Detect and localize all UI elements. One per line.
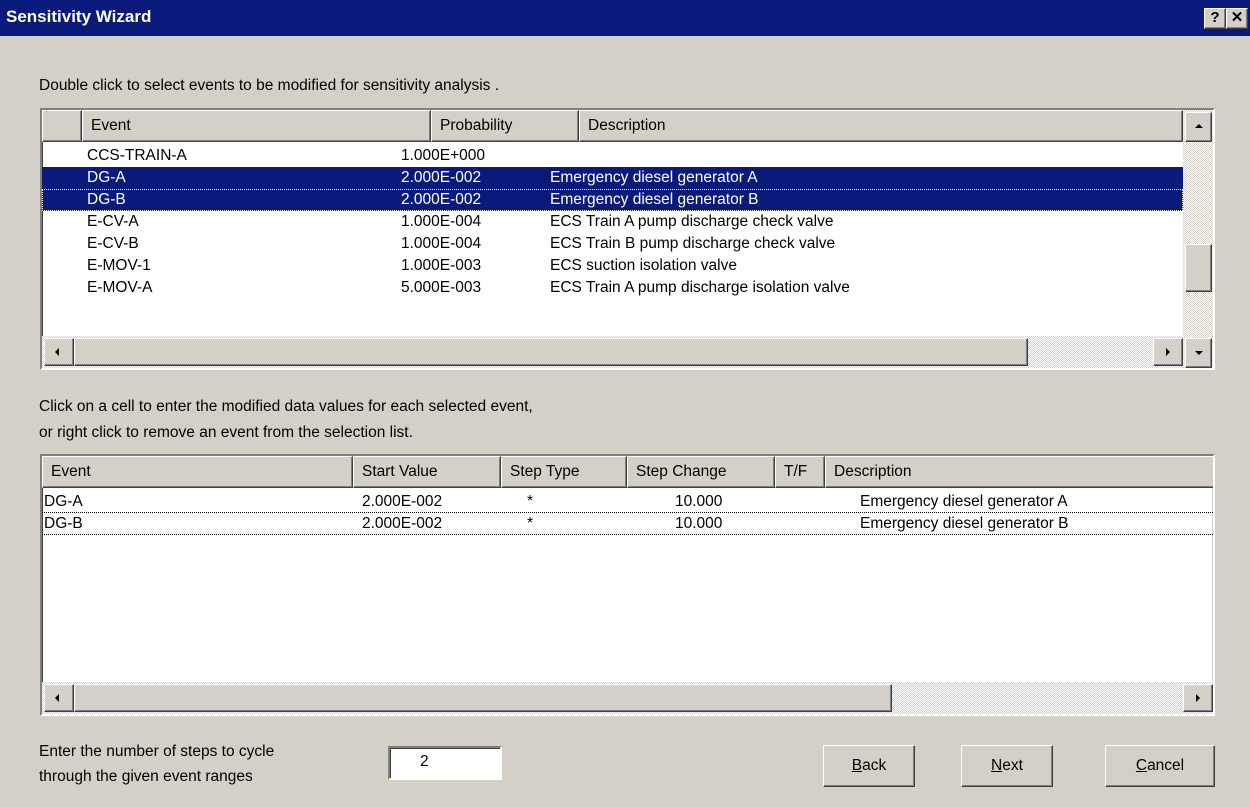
steps-input[interactable]: 2 bbox=[388, 746, 502, 780]
scroll-right-button[interactable] bbox=[1183, 684, 1213, 712]
step-change-cell[interactable]: 10.000 bbox=[675, 515, 722, 533]
event-cell: DG-B bbox=[87, 191, 126, 208]
description-cell[interactable]: Emergency diesel generator A bbox=[860, 493, 1068, 511]
description-cell: ECS Train B pump discharge check valve bbox=[550, 235, 836, 252]
event-cell: E-MOV-A bbox=[87, 279, 153, 296]
close-button[interactable]: ✕ bbox=[1226, 8, 1248, 29]
step-type-cell[interactable]: * bbox=[527, 515, 533, 533]
event-row[interactable]: CCS-TRAIN-A 1.000E+000 bbox=[42, 145, 1183, 167]
scroll-left-button[interactable] bbox=[44, 684, 74, 712]
scroll-left-button[interactable] bbox=[44, 338, 74, 366]
event-cell[interactable]: DG-B bbox=[44, 515, 83, 533]
events-table[interactable]: Event Probability Description CCS-TRAIN-… bbox=[40, 108, 1215, 370]
remove-event-instruction: or right click to remove an event from t… bbox=[39, 424, 413, 441]
back-mnemonic: B bbox=[851, 757, 863, 774]
event-cell[interactable]: DG-A bbox=[44, 493, 83, 511]
description-cell: Emergency diesel generator B bbox=[550, 191, 759, 208]
event-cell: E-MOV-1 bbox=[87, 257, 151, 274]
right-arrow-icon bbox=[1166, 348, 1170, 356]
event-cell: E-CV-A bbox=[87, 213, 139, 230]
start-value-cell[interactable]: 2.000E-002 bbox=[362, 515, 442, 533]
title-bar: Sensitivity Wizard ? ✕ bbox=[0, 0, 1250, 36]
step-change-cell[interactable]: 10.000 bbox=[675, 493, 722, 511]
column-header-step-type[interactable]: Step Type bbox=[501, 456, 627, 488]
event-row-selected[interactable]: DG-A 2.000E-002 Emergency diesel generat… bbox=[42, 167, 1183, 189]
probability-cell: 1.000E+000 bbox=[401, 147, 486, 164]
column-header-probability[interactable]: Probability bbox=[431, 110, 579, 142]
probability-cell: 1.000E-003 bbox=[401, 257, 482, 274]
probability-cell: 1.000E-004 bbox=[401, 235, 482, 252]
help-button[interactable]: ? bbox=[1204, 8, 1226, 29]
column-header-step-change[interactable]: Step Change bbox=[627, 456, 775, 488]
event-row[interactable]: E-CV-B 1.000E-004 ECS Train B pump disch… bbox=[42, 233, 1183, 255]
scroll-down-button[interactable] bbox=[1185, 338, 1212, 368]
cancel-mnemonic: C bbox=[1135, 757, 1148, 774]
probability-cell: 2.000E-002 bbox=[401, 191, 482, 208]
column-header-event[interactable]: Event bbox=[42, 456, 353, 488]
vertical-scroll-thumb[interactable] bbox=[1185, 244, 1212, 292]
steps-label-line2: through the given event ranges bbox=[39, 768, 253, 785]
description-cell: ECS Train A pump discharge check valve bbox=[550, 213, 834, 230]
start-value-cell[interactable]: 2.000E-002 bbox=[362, 493, 442, 511]
description-cell: Emergency diesel generator A bbox=[550, 169, 758, 186]
down-arrow-icon bbox=[1195, 351, 1203, 355]
selected-event-row[interactable]: DG-B 2.000E-002 * 10.000 Emergency diese… bbox=[42, 513, 1213, 535]
right-arrow-icon bbox=[1196, 694, 1200, 702]
probability-cell: 1.000E-004 bbox=[401, 213, 482, 230]
up-arrow-icon bbox=[1195, 124, 1203, 128]
steps-value: 2 bbox=[420, 753, 429, 770]
cancel-button[interactable]: Cancel bbox=[1105, 745, 1215, 787]
horizontal-scroll-thumb[interactable] bbox=[74, 684, 892, 712]
select-events-instruction: Double click to select events to be modi… bbox=[39, 77, 500, 94]
column-header-description[interactable]: Description bbox=[579, 110, 1183, 142]
event-row[interactable]: E-CV-A 1.000E-004 ECS Train A pump disch… bbox=[42, 211, 1183, 233]
column-header-tf[interactable]: T/F bbox=[775, 456, 825, 488]
probability-cell: 2.000E-002 bbox=[401, 169, 482, 186]
vertical-scrollbar[interactable] bbox=[1183, 110, 1213, 368]
event-cell: DG-A bbox=[87, 169, 126, 186]
selected-events-table[interactable]: Event Start Value Step Type Step Change … bbox=[40, 454, 1215, 716]
description-cell[interactable]: Emergency diesel generator B bbox=[860, 515, 1069, 533]
column-header-start-value[interactable]: Start Value bbox=[353, 456, 501, 488]
back-label: ack bbox=[862, 757, 887, 774]
left-arrow-icon bbox=[55, 694, 59, 702]
event-cell: E-CV-B bbox=[87, 235, 139, 252]
back-button[interactable]: Back bbox=[823, 745, 915, 787]
scroll-right-button[interactable] bbox=[1153, 338, 1183, 366]
next-mnemonic: N bbox=[991, 757, 1003, 774]
scroll-up-button[interactable] bbox=[1185, 112, 1212, 142]
description-cell: ECS Train A pump discharge isolation val… bbox=[550, 279, 850, 296]
cancel-label: ancel bbox=[1147, 757, 1185, 774]
event-row-selected[interactable]: DG-B 2.000E-002 Emergency diesel generat… bbox=[42, 189, 1183, 211]
column-header-description[interactable]: Description bbox=[825, 456, 1213, 488]
step-type-cell[interactable]: * bbox=[527, 493, 533, 511]
event-row[interactable]: E-MOV-1 1.000E-003 ECS suction isolation… bbox=[42, 255, 1183, 277]
event-row[interactable]: E-MOV-A 5.000E-003 ECS Train A pump disc… bbox=[42, 277, 1183, 299]
window-title: Sensitivity Wizard bbox=[6, 7, 152, 26]
steps-label-line1: Enter the number of steps to cycle bbox=[39, 743, 275, 760]
modify-values-instruction: Click on a cell to enter the modified da… bbox=[39, 398, 533, 415]
selected-event-row[interactable]: DG-A 2.000E-002 * 10.000 Emergency diese… bbox=[42, 491, 1213, 513]
probability-cell: 5.000E-003 bbox=[401, 279, 482, 296]
left-arrow-icon bbox=[55, 348, 59, 356]
event-cell: CCS-TRAIN-A bbox=[87, 147, 187, 164]
description-cell: ECS suction isolation valve bbox=[550, 257, 737, 274]
next-label: ext bbox=[1002, 757, 1023, 774]
column-header-event[interactable]: Event bbox=[82, 110, 431, 142]
next-button[interactable]: Next bbox=[961, 745, 1053, 787]
row-selector-header bbox=[42, 110, 82, 142]
horizontal-scroll-thumb[interactable] bbox=[74, 338, 1028, 366]
